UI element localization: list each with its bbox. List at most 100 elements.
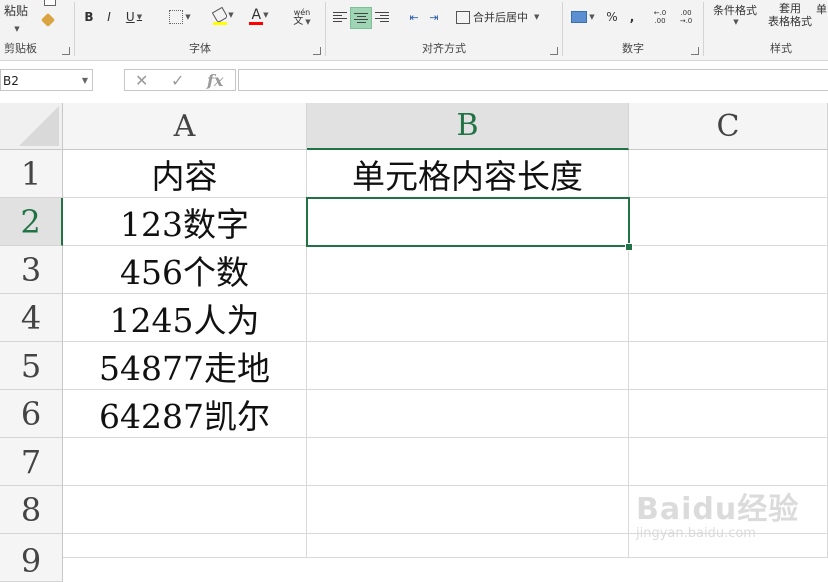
row-header-label: 5 (20, 346, 42, 385)
table-format-label-2: 表格格式 (768, 15, 812, 28)
align-right-button[interactable] (372, 7, 392, 27)
watermark-sub: jingyan.baidu.com (636, 526, 756, 541)
number-launcher-icon[interactable] (691, 47, 699, 55)
chevron-down-icon[interactable]: ▼ (82, 70, 88, 92)
phonetic-icon: 文 ▼ (293, 15, 311, 27)
styles-group: 条件格式 ▼ 套用 表格格式 单 样式 (704, 0, 828, 60)
cell-c1[interactable] (629, 150, 828, 198)
merge-center-button[interactable]: 合并后居中 ▼ (456, 7, 554, 27)
fill-handle[interactable] (625, 243, 633, 251)
increase-decimal-button[interactable]: ←.0 .00 (647, 7, 673, 27)
row-header-label: 4 (20, 298, 42, 337)
percent-button[interactable]: % (603, 7, 621, 27)
copy-icon (44, 0, 56, 6)
row-header-8[interactable]: 8 (0, 486, 63, 534)
column-header-c[interactable]: C (629, 103, 828, 150)
column-header-b[interactable]: B (307, 103, 629, 150)
underline-button[interactable]: U ▼ (121, 7, 147, 27)
cell-c6[interactable] (629, 390, 828, 438)
number-group: ▼ % , ←.0 .00 .00 →.0 数字 (563, 0, 703, 60)
format-painter-button[interactable] (38, 12, 58, 28)
name-box[interactable]: B2 ▼ (0, 69, 93, 91)
cell-b7[interactable] (307, 438, 629, 486)
paste-button[interactable]: 粘贴 (0, 0, 32, 20)
chevron-down-icon: ▼ (14, 25, 20, 33)
percent-label: % (606, 10, 618, 24)
row-header-1[interactable]: 1 (0, 150, 63, 198)
conditional-format-button[interactable]: 条件格式 ▼ (706, 2, 764, 32)
cell-a9[interactable] (63, 534, 307, 558)
italic-button[interactable]: I (101, 7, 117, 27)
cell-a2[interactable]: 123数字 (63, 198, 307, 246)
alignment-launcher-icon[interactable] (550, 47, 558, 55)
increase-indent-button[interactable]: ⇥ (424, 7, 444, 27)
cell-a8[interactable] (63, 486, 307, 534)
cell-c2[interactable] (629, 198, 828, 246)
font-color-button[interactable]: A ▼ (245, 7, 275, 27)
paste-label: 粘贴 (3, 3, 28, 18)
row-header-6[interactable]: 6 (0, 390, 63, 438)
fill-color-button[interactable]: ▼ (209, 6, 239, 27)
row-header-5[interactable]: 5 (0, 342, 63, 390)
cell-a7[interactable] (63, 438, 307, 486)
insert-function-icon[interactable]: fx (207, 71, 223, 90)
comma-button[interactable]: , (625, 7, 639, 27)
row-header-9[interactable]: 9 (0, 534, 63, 582)
ribbon: 粘贴 ▼ 剪贴板 B I U ▼ ▼ ▼ A ▼ wén 文 ▼ 字体 ⇤ ⇥ … (0, 0, 828, 61)
row-header-7[interactable]: 7 (0, 438, 63, 486)
decrease-decimal-button[interactable]: .00 →.0 (673, 7, 699, 27)
row-header-4[interactable]: 4 (0, 294, 63, 342)
clipboard-launcher-icon[interactable] (62, 47, 70, 55)
number-group-label: 数字 (622, 42, 644, 55)
borders-button[interactable]: ▼ (165, 7, 195, 27)
chevron-down-icon: ▼ (263, 11, 269, 19)
cancel-icon[interactable]: ✕ (135, 71, 148, 90)
border-icon (169, 10, 184, 24)
align-center-button[interactable] (350, 7, 372, 29)
cell-c7[interactable] (629, 438, 828, 486)
cell-b6[interactable] (307, 390, 629, 438)
cell-c5[interactable] (629, 342, 828, 390)
alignment-group: ⇤ ⇥ 合并后居中 ▼ 对齐方式 (326, 0, 562, 60)
column-header-a[interactable]: A (63, 103, 307, 150)
active-cell-border (306, 197, 630, 247)
cell-a5[interactable]: 54877走地 (63, 342, 307, 390)
select-all-button[interactable] (0, 103, 63, 150)
row-header-label: 1 (20, 154, 42, 193)
align-right-icon (375, 12, 389, 22)
row-header-label: 3 (20, 250, 42, 289)
align-left-button[interactable] (330, 7, 350, 27)
row-header-3[interactable]: 3 (0, 246, 63, 294)
cell-b9[interactable] (307, 534, 629, 558)
cell-b5[interactable] (307, 342, 629, 390)
bold-button[interactable]: B (81, 7, 97, 27)
format-painter-icon (40, 12, 56, 28)
phonetic-button[interactable]: wén 文 ▼ (287, 7, 317, 27)
cell-b4[interactable] (307, 294, 629, 342)
enter-icon[interactable]: ✓ (171, 71, 184, 90)
cell-a6[interactable]: 64287凯尔 (63, 390, 307, 438)
styles-group-label: 样式 (770, 42, 792, 55)
paste-dropdown[interactable]: ▼ (6, 24, 26, 34)
cell-a4[interactable]: 1245人为 (63, 294, 307, 342)
decrease-indent-button[interactable]: ⇤ (404, 7, 424, 27)
cell-a1[interactable]: 内容 (63, 150, 307, 198)
cell-b1[interactable]: 单元格内容长度 (307, 150, 629, 198)
cell-b3[interactable] (307, 246, 629, 294)
column-header-label: B (456, 108, 479, 143)
font-launcher-icon[interactable] (313, 47, 321, 55)
cell-c4[interactable] (629, 294, 828, 342)
accounting-format-button[interactable]: ▼ (567, 7, 599, 27)
formula-input[interactable] (238, 69, 828, 91)
cell-style-button[interactable]: 单 (816, 2, 828, 16)
table-format-button[interactable]: 套用 表格格式 (760, 2, 820, 32)
row-header-label: 8 (20, 490, 42, 529)
cell-a3[interactable]: 456个数 (63, 246, 307, 294)
cell-b8[interactable] (307, 486, 629, 534)
cell-c3[interactable] (629, 246, 828, 294)
copy-button[interactable] (40, 0, 60, 8)
row-header-2[interactable]: 2 (0, 198, 63, 246)
alignment-group-label: 对齐方式 (422, 42, 466, 55)
chevron-down-icon: ▼ (534, 13, 540, 21)
table-format-label-1: 套用 (779, 2, 801, 15)
